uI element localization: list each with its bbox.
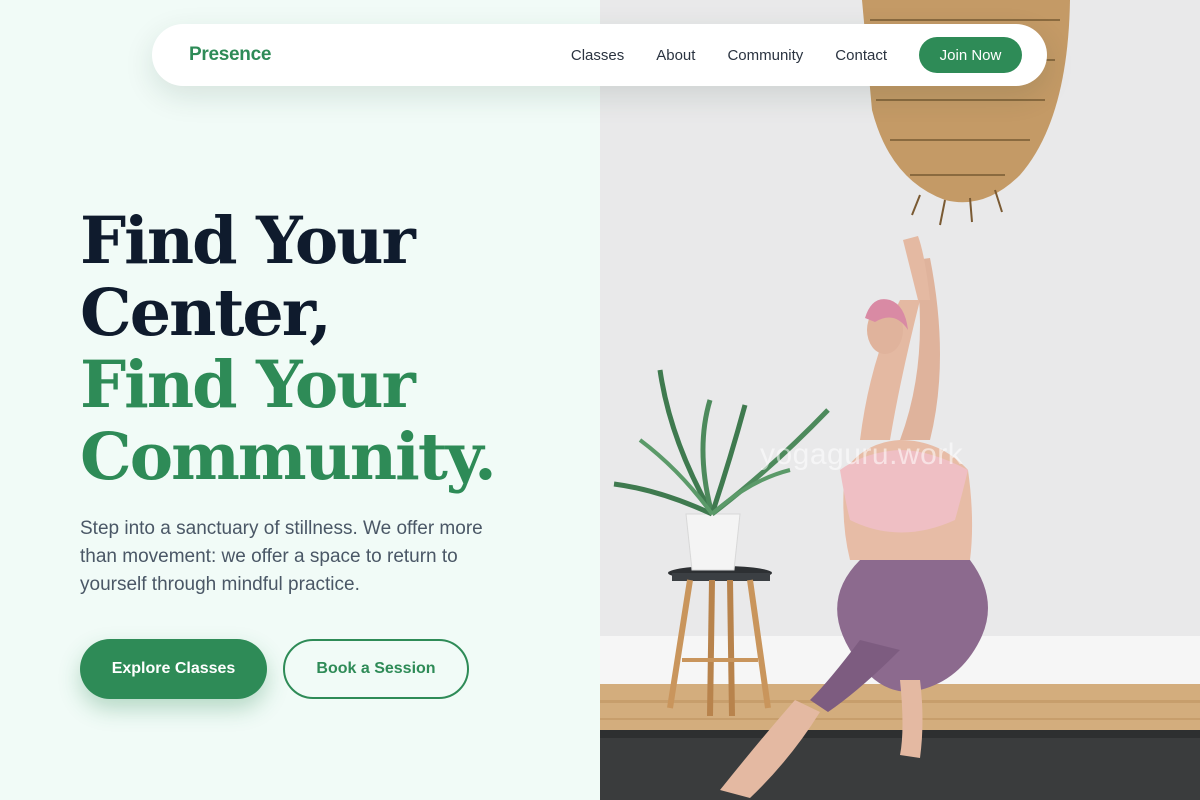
nav-links: Classes About Community Contact Join Now bbox=[571, 37, 1022, 73]
top-navbar: Presence Classes About Community Contact… bbox=[152, 24, 1047, 86]
headline-line-3: Find Your bbox=[80, 347, 416, 423]
nav-link-contact[interactable]: Contact bbox=[835, 47, 887, 64]
headline-line-2: Center, bbox=[80, 275, 332, 351]
book-session-button[interactable]: Book a Session bbox=[283, 639, 469, 699]
hero-subtext: Step into a sanctuary of stillness. We o… bbox=[80, 518, 483, 595]
nav-link-about[interactable]: About bbox=[656, 47, 695, 64]
nav-link-community[interactable]: Community bbox=[727, 47, 803, 64]
headline-line-1: Find Your bbox=[80, 203, 416, 279]
nav-link-classes[interactable]: Classes bbox=[571, 47, 624, 64]
hero-photo bbox=[600, 0, 1200, 800]
join-now-button[interactable]: Join Now bbox=[919, 37, 1022, 73]
image-watermark: yogaguru.work bbox=[760, 438, 964, 471]
hero-headline: Find Your Center, Find Your Community. bbox=[80, 203, 497, 495]
brand-logo[interactable]: Presence bbox=[189, 44, 271, 66]
explore-classes-button[interactable]: Explore Classes bbox=[80, 639, 267, 699]
headline-line-4: Community. bbox=[80, 419, 497, 495]
